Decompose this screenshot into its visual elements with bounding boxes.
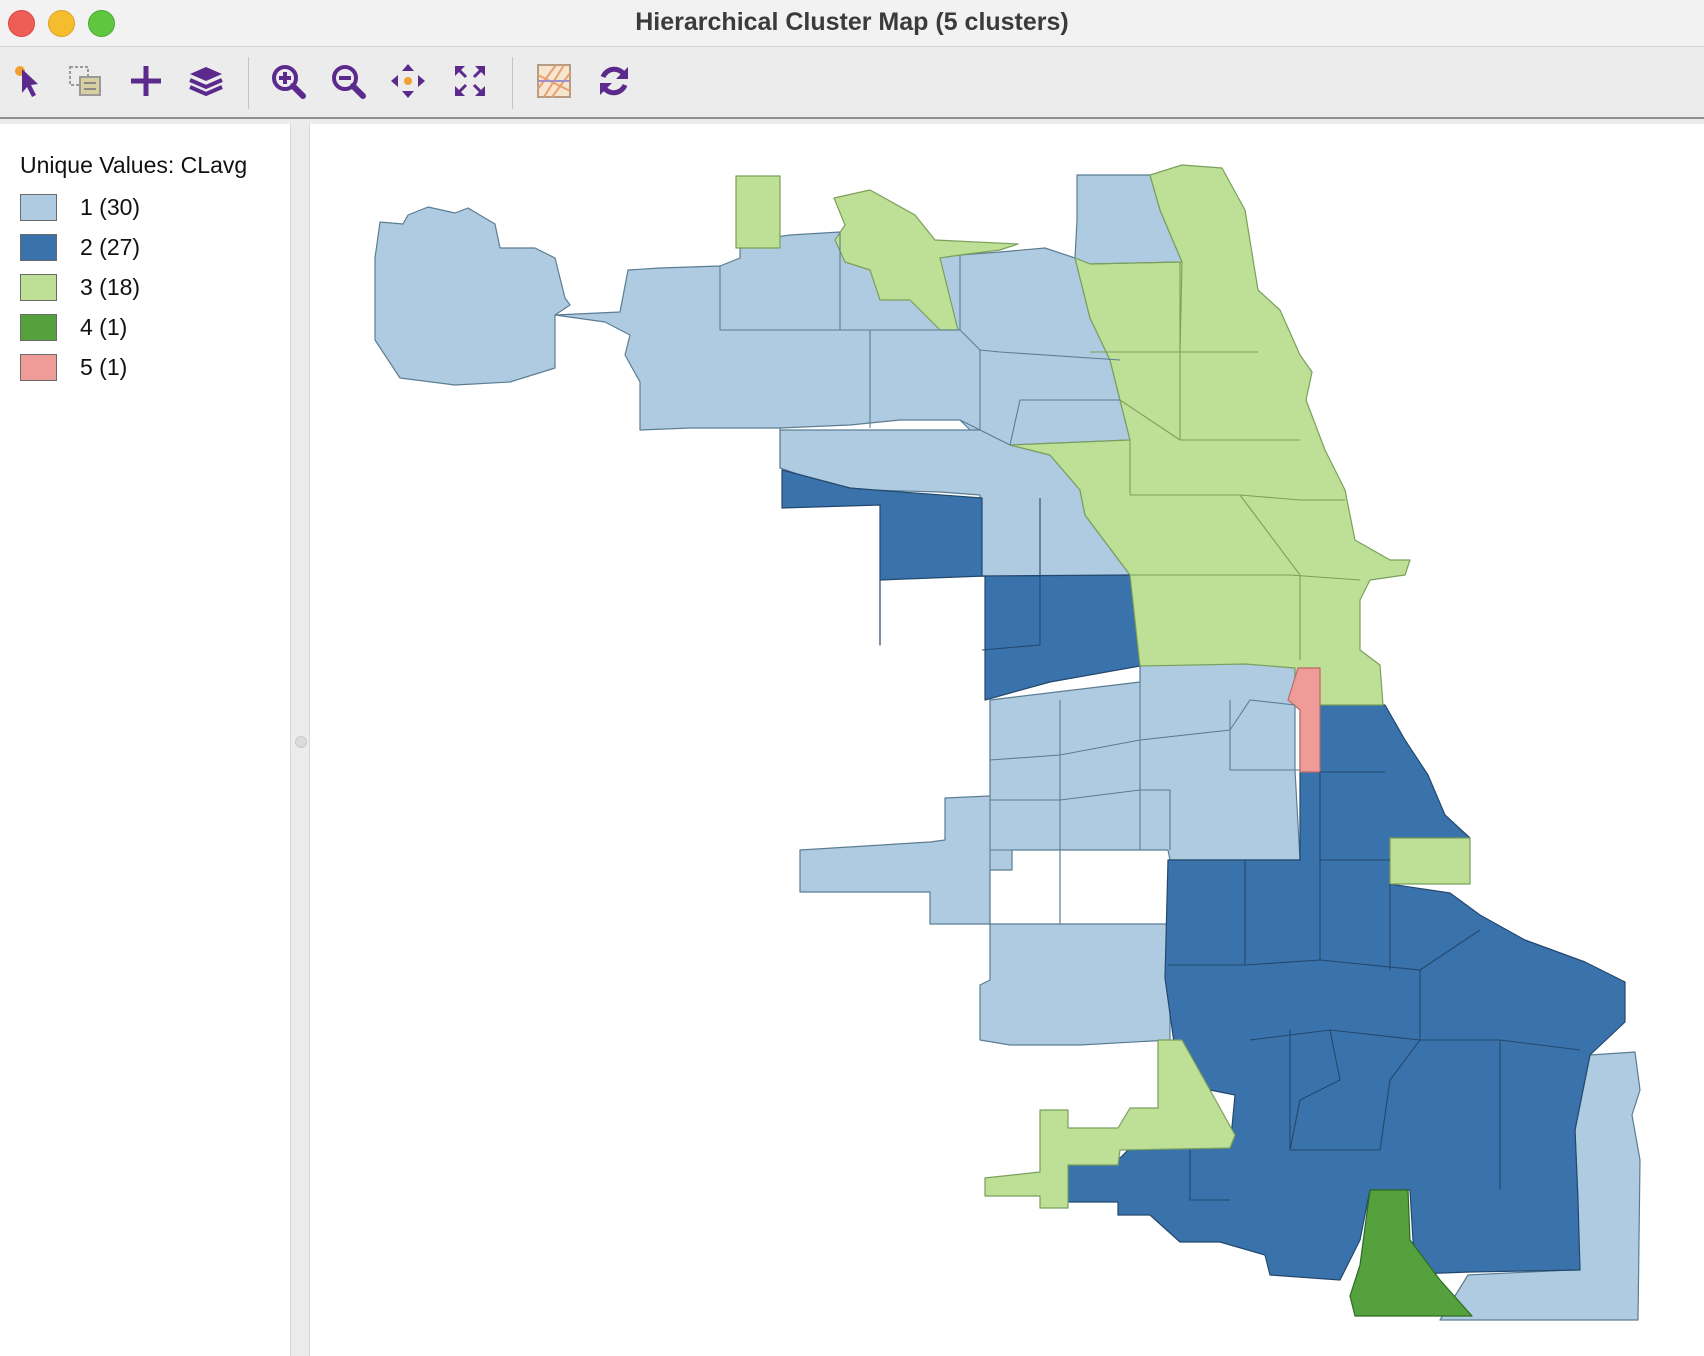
zoom-out-icon bbox=[332, 65, 366, 99]
panel-splitter[interactable] bbox=[291, 124, 310, 1356]
legend-swatch bbox=[20, 314, 57, 341]
select-tool-button[interactable] bbox=[8, 61, 48, 101]
legend-swatch bbox=[20, 274, 57, 301]
legend-swatch bbox=[20, 354, 57, 381]
map-region-cluster-1[interactable] bbox=[554, 231, 1131, 446]
legend-label: 4 (1) bbox=[80, 314, 128, 340]
legend-label: 1 (30) bbox=[80, 194, 141, 220]
map-region-cluster-3[interactable] bbox=[1389, 837, 1471, 885]
map-canvas[interactable] bbox=[310, 124, 1704, 1356]
add-layer-button[interactable] bbox=[126, 61, 166, 101]
selection-shape-icon bbox=[69, 66, 101, 96]
toolbar-separator bbox=[512, 57, 513, 109]
plus-icon bbox=[131, 66, 161, 96]
title-bar: Hierarchical Cluster Map (5 clusters) bbox=[0, 0, 1704, 47]
refresh-button[interactable] bbox=[594, 61, 634, 101]
legend-title: Unique Values: CLavg bbox=[20, 152, 248, 178]
basemap-button[interactable] bbox=[534, 61, 574, 101]
zoom-in-icon bbox=[272, 65, 306, 99]
full-extent-icon bbox=[455, 66, 485, 96]
legend-panel bbox=[0, 124, 291, 1356]
zoom-out-button[interactable] bbox=[328, 61, 368, 101]
pan-arrows-icon bbox=[391, 64, 425, 98]
legend-label: 5 (1) bbox=[80, 354, 128, 380]
toolbar-separator bbox=[248, 57, 249, 109]
pan-button[interactable] bbox=[388, 61, 428, 101]
toolbar bbox=[0, 47, 1704, 119]
cluster-map[interactable] bbox=[310, 124, 1704, 1356]
layers-icon bbox=[189, 67, 223, 97]
legend-swatch bbox=[20, 194, 57, 221]
zoom-in-button[interactable] bbox=[268, 61, 308, 101]
full-extent-button[interactable] bbox=[450, 61, 490, 101]
map-region-cluster-3[interactable] bbox=[735, 175, 781, 249]
refresh-icon bbox=[600, 66, 628, 96]
window-title: Hierarchical Cluster Map (5 clusters) bbox=[635, 8, 1069, 36]
pointer-select-icon bbox=[15, 66, 38, 97]
basemap-icon bbox=[537, 64, 571, 98]
splitter-handle[interactable] bbox=[295, 736, 307, 748]
legend-swatch bbox=[20, 234, 57, 261]
selection-shape-button[interactable] bbox=[66, 61, 106, 101]
map-region-cluster-1[interactable] bbox=[374, 206, 571, 386]
map-region-cluster-1[interactable] bbox=[979, 923, 1171, 1046]
legend-label: 2 (27) bbox=[80, 234, 141, 260]
legend-label: 3 (18) bbox=[80, 274, 141, 300]
layers-button[interactable] bbox=[186, 61, 226, 101]
